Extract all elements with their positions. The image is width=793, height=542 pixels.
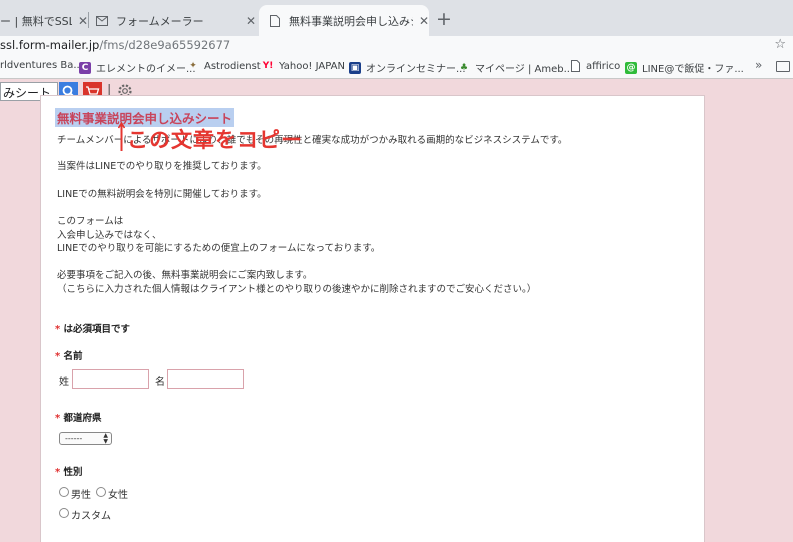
tab-title: 無料事業説明会申し込みシート <box>289 14 413 28</box>
gender-option-label: 女性 <box>108 490 128 501</box>
astro-icon: ✦ <box>189 61 197 71</box>
folder-icon[interactable] <box>776 61 790 72</box>
prefecture-label: * 都道府県 <box>55 410 102 424</box>
intro-line: （こちらに入力された個人情報はクライアント様とのやり取りの後速やかに削除されます… <box>57 284 537 295</box>
new-tab-button[interactable]: + <box>436 8 452 30</box>
gender-label-text: 性別 <box>63 467 83 478</box>
annotation-text: この文章をコピー <box>127 128 303 152</box>
gender-radio-custom[interactable] <box>59 508 69 518</box>
close-icon[interactable]: ✕ <box>246 14 256 28</box>
intro-line: 入会申し込みではなく、 <box>57 230 162 241</box>
gender-radio-male[interactable] <box>59 487 69 497</box>
url-path: /fms/d28e9a65592677 <box>99 38 231 52</box>
bookmark-label: LINE@で飯促・ファ... <box>642 64 744 75</box>
gender-label: * 性別 <box>55 464 83 478</box>
bookmark-item[interactable]: rldventures Ba... <box>0 60 83 71</box>
required-mark: * <box>55 413 61 424</box>
name-label-text: 名前 <box>63 351 83 362</box>
gender-option-label: 男性 <box>71 490 91 501</box>
bookmark-item[interactable]: Y! Yahoo! JAPAN <box>262 60 345 72</box>
gender-radio-female[interactable] <box>96 487 106 497</box>
element-icon: C <box>79 61 91 74</box>
first-name-input[interactable] <box>167 369 244 389</box>
bookmark-item[interactable]: ♣ マイページ | Ameb... <box>458 60 574 76</box>
prefecture-select[interactable]: ------ ▲ ▼ <box>59 432 112 445</box>
first-name-label: 名 <box>155 377 165 388</box>
bookmark-item[interactable]: affirico <box>569 60 620 72</box>
last-name-input[interactable] <box>72 369 149 389</box>
required-note: * は必須項目です <box>55 321 130 335</box>
required-mark: * <box>55 467 61 478</box>
bookmark-label: affirico <box>586 60 621 72</box>
bookmark-item[interactable]: C エレメントのイメー... <box>79 60 196 75</box>
url-field[interactable]: ssl.form-mailer.jp/fms/d28e9a65592677 <box>0 38 230 52</box>
document-icon <box>269 14 281 27</box>
line-icon: @ <box>625 61 637 74</box>
bookmark-label: エレメントのイメー... <box>96 64 196 75</box>
bookmark-item[interactable]: @ LINE@で飯促・ファ... <box>625 60 744 75</box>
bookmark-label: Astrodienst <box>204 60 261 72</box>
required-mark: * <box>55 351 61 362</box>
bookmark-label: オンラインセミナー... <box>366 64 466 75</box>
annotation-arrow-icon <box>118 122 125 151</box>
name-label: * 名前 <box>55 348 83 362</box>
bookmark-item[interactable]: ✦ Astrodienst <box>187 60 261 72</box>
bookmark-label: rldventures Ba... <box>0 60 83 71</box>
intro-line: LINEでの無料説明会を特別に開催しております。 <box>57 189 267 200</box>
url-host: ssl.form-mailer.jp <box>0 38 100 52</box>
tab-title: ー | 無料でSSL・フ <box>0 14 72 28</box>
tab-active-form[interactable]: 無料事業説明会申し込みシート ✕ <box>259 5 429 36</box>
intro-line: 当案件はLINEでのやり取りを推奨しております。 <box>57 161 267 172</box>
tab-separator <box>88 12 89 28</box>
intro-line: このフォームは <box>57 216 124 227</box>
address-bar: ssl.form-mailer.jp/fms/d28e9a65592677 ☆ <box>0 36 793 55</box>
prefecture-value: ------ <box>65 434 83 443</box>
intro-line: LINEでのやり取りを可能にするための便宜上のフォームになっております。 <box>57 243 381 254</box>
last-name-label: 姓 <box>59 377 69 388</box>
ameba-icon: ♣ <box>459 62 469 73</box>
tab-formmailer-home[interactable]: フォームメーラー ✕ <box>96 5 256 36</box>
close-icon[interactable]: ✕ <box>78 14 88 28</box>
bookmark-label: Yahoo! JAPAN <box>279 60 345 72</box>
mail-icon <box>96 15 108 27</box>
online-seminar-icon: ▣ <box>349 61 361 74</box>
bookmark-item[interactable]: ▣ オンラインセミナー... <box>349 60 466 75</box>
tab-title: フォームメーラー <box>116 14 204 28</box>
bookmark-star-icon[interactable]: ☆ <box>774 37 786 52</box>
bookmark-label: マイページ | Ameb... <box>475 64 574 75</box>
tab-strip: ー | 無料でSSL・フ ✕ フォームメーラー ✕ 無料事業説明会申し込みシート… <box>0 0 793 36</box>
bookmarks-bar: rldventures Ba... C エレメントのイメー... ✦ Astro… <box>0 55 793 79</box>
intro-line: 必要事項をご記入の後、無料事業説明会にご案内致します。 <box>57 270 313 281</box>
close-icon[interactable]: ✕ <box>419 14 429 28</box>
prefecture-label-text: 都道府県 <box>63 413 102 424</box>
required-note-text: は必須項目です <box>63 324 131 335</box>
gender-option-label: カスタム <box>71 511 111 522</box>
more-bookmarks-icon[interactable]: » <box>755 58 762 72</box>
page-icon <box>569 60 581 72</box>
select-arrows-icon: ▲ ▼ <box>103 432 108 445</box>
yahoo-icon: Y! <box>262 61 274 71</box>
required-mark: * <box>55 324 61 335</box>
tab-formmailer[interactable]: ー | 無料でSSL・フ ✕ <box>0 5 88 36</box>
